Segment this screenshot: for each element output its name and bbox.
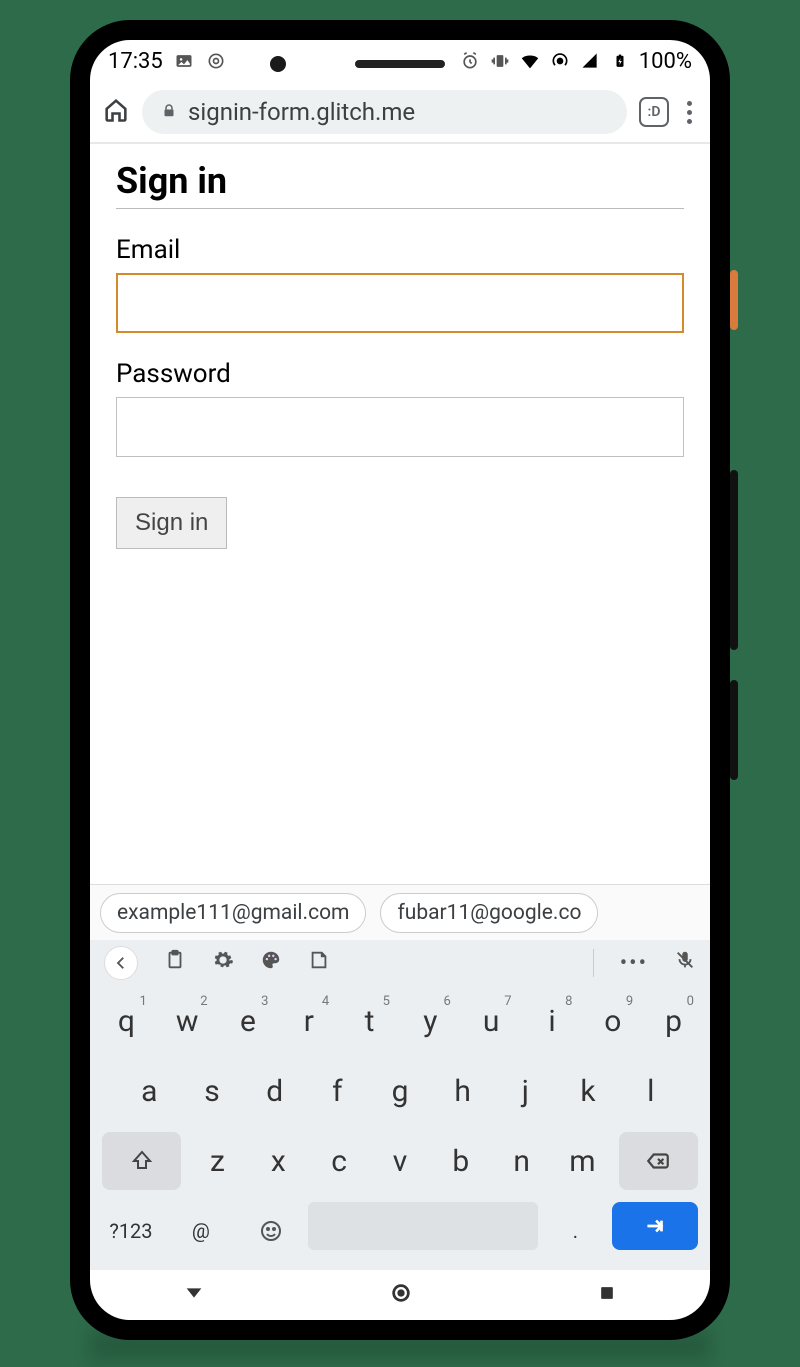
page-title: Sign in	[116, 160, 684, 209]
shift-key[interactable]	[102, 1132, 181, 1190]
key-b[interactable]: b	[432, 1132, 489, 1190]
status-bar: 17:35	[90, 40, 710, 82]
key-d[interactable]: d	[245, 1062, 304, 1120]
tab-switcher[interactable]: :D	[639, 97, 669, 127]
keyboard: ••• 1q2w3e4r5t6y7u8i9o0p asdfghjkl zxcvb…	[90, 940, 710, 1270]
palette-icon[interactable]	[260, 949, 282, 977]
key-l[interactable]: l	[621, 1062, 680, 1120]
key-z[interactable]: z	[189, 1132, 246, 1190]
alarm-icon	[459, 50, 481, 72]
emoji-key[interactable]	[238, 1202, 304, 1260]
nav-back-icon[interactable]	[183, 1282, 205, 1308]
image-icon	[173, 50, 195, 72]
password-label: Password	[116, 359, 684, 389]
suggestion-chip[interactable]: example111@gmail.com	[100, 893, 366, 933]
key-u[interactable]: 7u	[463, 992, 520, 1050]
key-x[interactable]: x	[250, 1132, 307, 1190]
autofill-suggestions: example111@gmail.com fubar11@google.co	[90, 884, 710, 940]
hotspot-icon	[549, 50, 571, 72]
key-s[interactable]: s	[183, 1062, 242, 1120]
lock-icon	[160, 98, 178, 126]
mic-off-icon[interactable]	[674, 949, 696, 977]
signin-button[interactable]: Sign in	[116, 497, 227, 549]
signal-icon	[579, 50, 601, 72]
kbd-back-icon[interactable]	[104, 946, 138, 980]
password-input[interactable]	[116, 397, 684, 457]
more-icon[interactable]: •••	[620, 951, 648, 976]
android-navbar	[90, 1270, 710, 1320]
battery-percent: 100%	[639, 49, 692, 74]
key-v[interactable]: v	[372, 1132, 429, 1190]
vibrate-icon	[489, 50, 511, 72]
key-n[interactable]: n	[493, 1132, 550, 1190]
page-content: Sign in Email Password Sign in	[90, 144, 710, 884]
nav-recent-icon[interactable]	[597, 1283, 617, 1307]
sticker-icon[interactable]	[308, 949, 330, 977]
key-i[interactable]: 8i	[524, 992, 581, 1050]
nav-home-icon[interactable]	[390, 1282, 412, 1308]
key-g[interactable]: g	[371, 1062, 430, 1120]
key-j[interactable]: j	[496, 1062, 555, 1120]
key-c[interactable]: c	[311, 1132, 368, 1190]
key-h[interactable]: h	[433, 1062, 492, 1120]
key-q[interactable]: 1q	[98, 992, 155, 1050]
key-w[interactable]: 2w	[159, 992, 216, 1050]
key-r[interactable]: 4r	[280, 992, 337, 1050]
key-o[interactable]: 9o	[584, 992, 641, 1050]
key-f[interactable]: f	[308, 1062, 367, 1120]
wifi-icon	[519, 50, 541, 72]
circle-at-icon	[205, 50, 227, 72]
gear-icon[interactable]	[212, 949, 234, 977]
url-text: signin-form.glitch.me	[188, 98, 415, 126]
battery-icon	[609, 50, 631, 72]
email-label: Email	[116, 235, 684, 265]
url-bar[interactable]: signin-form.glitch.me	[142, 90, 627, 134]
clipboard-icon[interactable]	[164, 949, 186, 977]
browser-toolbar: signin-form.glitch.me :D	[90, 82, 710, 144]
key-e[interactable]: 3e	[220, 992, 277, 1050]
enter-key[interactable]	[612, 1202, 698, 1250]
period-key[interactable]: .	[542, 1202, 608, 1260]
key-m[interactable]: m	[554, 1132, 611, 1190]
home-icon[interactable]	[102, 96, 130, 128]
key-p[interactable]: 0p	[645, 992, 702, 1050]
key-t[interactable]: 5t	[341, 992, 398, 1050]
email-input[interactable]	[116, 273, 684, 333]
space-key[interactable]	[308, 1202, 539, 1250]
status-time: 17:35	[108, 49, 163, 74]
symbols-key[interactable]: ?123	[98, 1202, 164, 1260]
key-k[interactable]: k	[559, 1062, 618, 1120]
key-a[interactable]: a	[120, 1062, 179, 1120]
suggestion-chip[interactable]: fubar11@google.co	[380, 893, 598, 933]
key-y[interactable]: 6y	[402, 992, 459, 1050]
menu-icon[interactable]	[681, 101, 698, 124]
backspace-key[interactable]	[619, 1132, 698, 1190]
at-key[interactable]: @	[168, 1202, 234, 1260]
